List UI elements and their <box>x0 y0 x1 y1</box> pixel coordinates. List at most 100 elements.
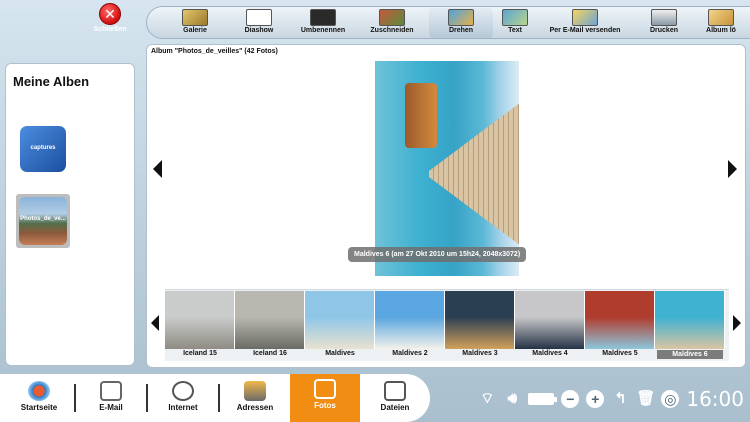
thumbnail-image <box>165 291 235 349</box>
photo-hut <box>405 83 437 148</box>
nav-fotos[interactable]: Fotos <box>290 374 360 422</box>
files-icon <box>384 381 406 401</box>
thumbnail-label: Iceland 15 <box>183 350 217 357</box>
nav-dateien[interactable]: Dateien <box>360 376 430 420</box>
album-photos-de-veilles[interactable]: Photos_de_ve... <box>16 194 70 248</box>
nav-adressen[interactable]: Adressen <box>220 376 290 420</box>
text-icon <box>502 9 528 26</box>
thumbnail-strip: Iceland 15 Iceland 16 Maldives Maldives 2 Ma… <box>151 289 741 363</box>
thumbnail-label: Maldives 4 <box>532 350 568 357</box>
nav-label: Fotos <box>314 401 336 410</box>
current-photo <box>375 61 519 276</box>
thumbnail-image <box>235 291 305 349</box>
nav-internet[interactable]: Internet <box>148 376 218 420</box>
nav-label: Dateien <box>380 403 410 412</box>
nav-label: E-Mail <box>99 403 123 412</box>
toolbar-rotate-button[interactable]: Drehen <box>429 8 493 38</box>
thumbnail-item[interactable]: Iceland 15 <box>165 291 235 359</box>
toolbar-label: Drehen <box>448 27 474 34</box>
album-thumbnail: Photos_de_ve... <box>19 197 67 245</box>
thumbnail-item[interactable]: Maldives 2 <box>375 291 445 359</box>
photo-pier <box>429 99 519 249</box>
album-captures[interactable]: captures <box>20 126 66 172</box>
thumbnail-label: Maldives 6 <box>657 350 723 359</box>
toolbar-rename-button[interactable]: Umbenennen <box>291 8 355 38</box>
rename-icon <box>310 9 336 26</box>
toolbar-label: Umbenennen <box>300 27 346 34</box>
volume-icon[interactable]: 🔊︎ <box>503 390 521 408</box>
close-icon: ✕ <box>99 3 121 25</box>
trash-icon[interactable]: 🗑︎ <box>636 390 655 408</box>
toolbar-email-button[interactable]: Per E-Mail versenden <box>537 8 633 38</box>
toolbar-label: Text <box>508 27 522 34</box>
toolbar-label: Per E-Mail versenden <box>549 27 621 34</box>
strip-scroll-right-icon[interactable] <box>733 315 741 331</box>
thumbnail-item[interactable]: Maldives 6 <box>655 291 725 359</box>
camera-icon <box>314 379 336 399</box>
album-thumbnail: captures <box>20 126 66 172</box>
thumbnail-image <box>305 291 375 349</box>
toolbar-gallery-button[interactable]: Galerie <box>163 8 227 38</box>
album-selection-frame: Photos_de_ve... <box>16 194 70 248</box>
thumbnail-label: Iceland 16 <box>253 350 287 357</box>
thumbnail-image <box>445 291 515 349</box>
toolbar: Galerie Diashow Umbenennen Zuschneiden D… <box>146 6 750 39</box>
thumbnail-image <box>655 291 725 349</box>
toolbar-slideshow-button[interactable]: Diashow <box>227 8 291 38</box>
volume-down-icon[interactable]: − <box>561 390 580 408</box>
toolbar-label: Galerie <box>183 27 207 34</box>
crop-icon <box>379 9 405 26</box>
thumbnail-label: Maldives 5 <box>602 350 638 357</box>
toolbar-label: Drucken <box>649 27 678 34</box>
help-icon[interactable]: ◎ <box>661 390 680 408</box>
nav-label: Adressen <box>236 403 274 412</box>
thumbnail-item[interactable]: Maldives 4 <box>515 291 585 359</box>
toolbar-print-button[interactable]: Drucken <box>633 8 695 38</box>
strip-scroll-left-icon[interactable] <box>151 315 159 331</box>
album-label: Photos_de_ve... <box>20 216 66 222</box>
album-label: captures <box>30 145 56 151</box>
slideshow-icon <box>246 9 272 26</box>
email-send-icon <box>572 9 598 26</box>
thumbnail-label: Maldives 2 <box>392 350 428 357</box>
mail-icon <box>100 381 122 401</box>
nav-label: Startseite <box>20 403 58 412</box>
clock: 16:00 <box>686 387 744 411</box>
globe-icon <box>172 381 194 401</box>
thumbnail-label: Maldives <box>325 350 355 357</box>
battery-icon <box>528 393 558 405</box>
wifi-icon[interactable]: ⌔ <box>478 390 496 408</box>
next-photo-arrow-icon[interactable] <box>728 160 737 178</box>
print-icon <box>651 9 677 26</box>
photo-caption: Maldives 6 (am 27 Okt 2010 um 15h24, 204… <box>348 247 527 262</box>
toolbar-label: Zuschneiden <box>370 27 414 34</box>
bottom-nav: Startseite E-Mail Internet Adressen Foto… <box>0 374 430 422</box>
albums-title: Meine Alben <box>13 74 90 89</box>
previous-photo-arrow-icon[interactable] <box>153 160 162 178</box>
nav-email[interactable]: E-Mail <box>76 376 146 420</box>
thumbnail-image <box>375 291 445 349</box>
toolbar-text-button[interactable]: Text <box>493 8 537 38</box>
albums-panel: Meine Alben captures Photos_de_ve... <box>5 63 135 366</box>
album-delete-icon <box>708 9 734 26</box>
thumbnail-list: Iceland 15 Iceland 16 Maldives Maldives 2 Ma… <box>165 291 725 359</box>
thumbnail-image <box>515 291 585 349</box>
back-icon[interactable]: ↰ <box>611 390 629 408</box>
thumbnail-item[interactable]: Iceland 16 <box>235 291 305 359</box>
thumbnail-item[interactable]: Maldives <box>305 291 375 359</box>
toolbar-label: Album lö <box>706 27 736 34</box>
close-label: Schließen <box>93 26 127 33</box>
volume-up-icon[interactable]: + <box>586 390 605 408</box>
gallery-icon <box>182 9 208 26</box>
nav-startseite[interactable]: Startseite <box>4 376 74 420</box>
status-tray: ⌔ 🔊︎ − + ↰ 🗑︎ ◎ 16:00 <box>478 387 744 411</box>
thumbnail-item[interactable]: Maldives 3 <box>445 291 515 359</box>
photo-viewer: Album "Photos_de_veilles" (42 Fotos) Mal… <box>146 44 746 368</box>
close-button[interactable]: ✕ Schließen <box>86 3 134 33</box>
home-icon <box>28 381 50 401</box>
thumbnail-item[interactable]: Maldives 5 <box>585 291 655 359</box>
nav-label: Internet <box>168 403 198 412</box>
toolbar-label: Diashow <box>244 27 274 34</box>
toolbar-album-delete-button[interactable]: Album lö <box>695 8 747 38</box>
toolbar-crop-button[interactable]: Zuschneiden <box>355 8 429 38</box>
